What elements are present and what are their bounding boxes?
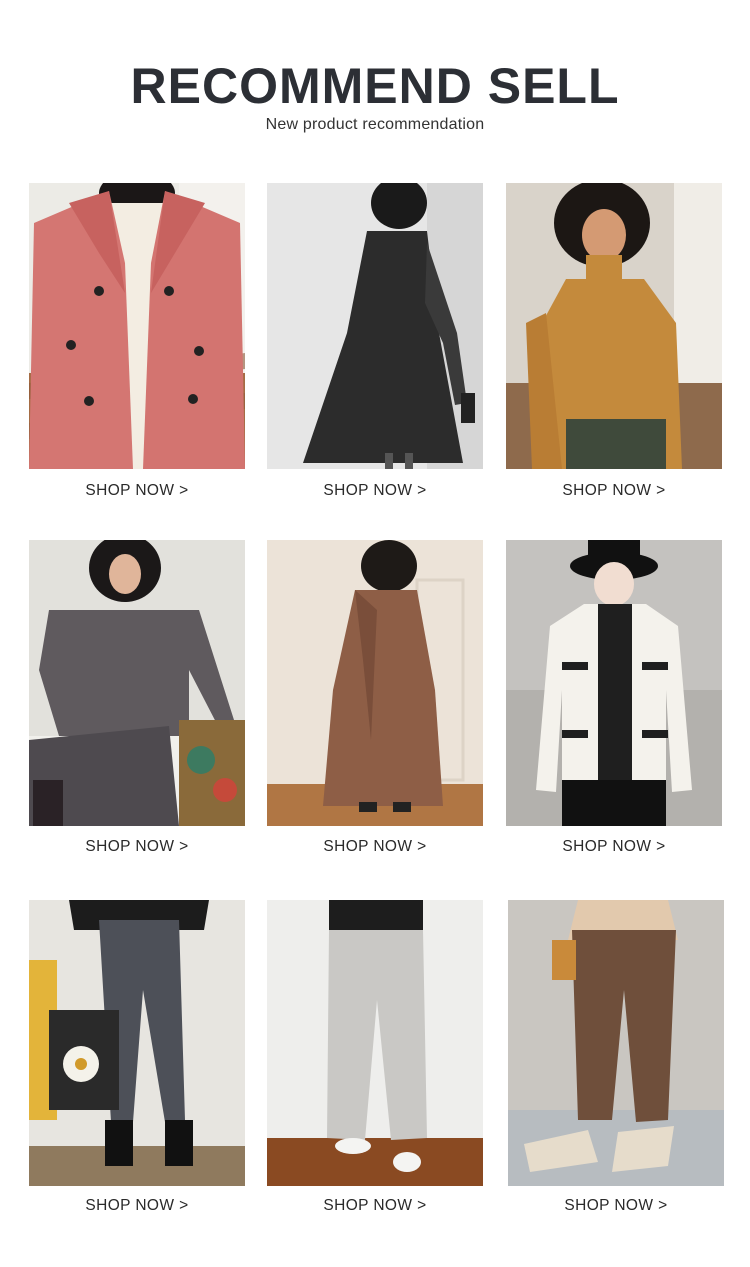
- shop-now-link-9[interactable]: SHOP NOW >: [508, 1197, 724, 1215]
- product-photo-3[interactable]: [506, 183, 722, 469]
- shop-now-link-3[interactable]: SHOP NOW >: [506, 482, 722, 500]
- shop-now-link-4[interactable]: SHOP NOW >: [29, 838, 245, 856]
- shop-now-link-6[interactable]: SHOP NOW >: [506, 838, 722, 856]
- section-subtitle: New product recommendation: [265, 116, 485, 133]
- shop-now-link-2[interactable]: SHOP NOW >: [267, 482, 483, 500]
- product-photo-8[interactable]: [267, 900, 483, 1186]
- shop-now-link-1[interactable]: SHOP NOW >: [29, 482, 245, 500]
- product-photo-7[interactable]: [29, 900, 245, 1186]
- section-title: RECOMMEND SELL: [130, 58, 620, 114]
- shop-now-link-5[interactable]: SHOP NOW >: [267, 838, 483, 856]
- shop-now-link-8[interactable]: SHOP NOW >: [267, 1197, 483, 1215]
- product-photo-2[interactable]: [267, 183, 483, 469]
- product-photo-6[interactable]: [506, 540, 722, 826]
- product-photo-4[interactable]: [29, 540, 245, 826]
- product-photo-5[interactable]: [267, 540, 483, 826]
- product-photo-1[interactable]: [29, 183, 245, 469]
- product-photo-9[interactable]: [508, 900, 724, 1186]
- shop-now-link-7[interactable]: SHOP NOW >: [29, 1197, 245, 1215]
